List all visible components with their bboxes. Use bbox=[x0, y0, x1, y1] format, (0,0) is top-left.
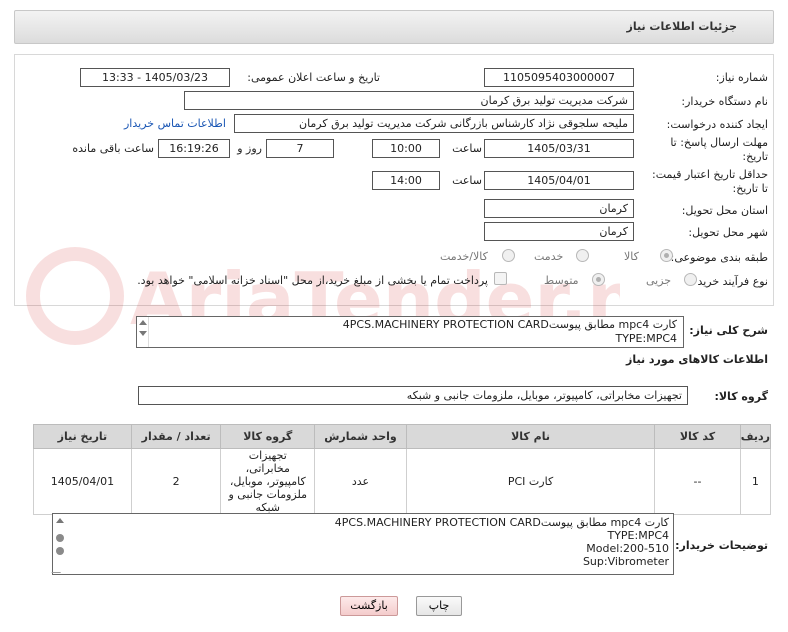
treasury-payment-note: پرداخت تمام یا بخشی از مبلغ خرید،از محل … bbox=[137, 274, 488, 287]
col-unit: واحد شمارش bbox=[314, 424, 407, 449]
province-label: استان محل تحویل: bbox=[681, 204, 768, 217]
goods-table: ردیف کد کالا نام کالا واحد شمارش گروه کا… bbox=[33, 424, 772, 515]
cell-code: -- bbox=[654, 448, 741, 515]
resize-grip-icon[interactable] bbox=[51, 564, 68, 573]
scroll-up-icon[interactable] bbox=[56, 518, 64, 523]
reply-date-field: 1405/03/31 bbox=[484, 139, 634, 158]
buyer-notes-line-3: Model:200-510 bbox=[586, 542, 669, 555]
col-group: گروه کالا bbox=[220, 424, 316, 449]
city-field: کرمان bbox=[484, 222, 634, 241]
buyer-org-field: شرکت مدیریت تولید برق کرمان bbox=[184, 91, 634, 110]
remaining-label: ساعت باقی مانده bbox=[72, 142, 154, 155]
cell-qty: 2 bbox=[130, 448, 222, 515]
category-radio-goods[interactable] bbox=[660, 249, 673, 262]
page-header: جزئیات اطلاعات نیاز bbox=[14, 10, 774, 44]
buyer-notes-line-4: Sup:Vibrometer bbox=[582, 555, 669, 568]
process-medium-label: متوسط bbox=[544, 274, 579, 287]
province-field: کرمان bbox=[484, 199, 634, 218]
col-name: نام کالا bbox=[405, 424, 656, 449]
buyer-notes-label: توضیحات خریدار: bbox=[675, 539, 768, 552]
back-button[interactable]: بازگشت bbox=[340, 596, 398, 616]
col-qty: تعداد / مقدار bbox=[130, 424, 222, 449]
cell-unit: عدد bbox=[314, 448, 407, 515]
general-desc-line-2: TYPE:MPC4 bbox=[615, 332, 677, 345]
validity-label: حداقل تاریخ اعتبار قیمت: bbox=[652, 168, 768, 181]
creator-label: ایجاد کننده درخواست: bbox=[666, 118, 768, 131]
general-desc-line-1: کارت mpc4 مطابق پیوست4PCS.MACHINERY PROT… bbox=[342, 318, 677, 331]
buyer-notes-textarea[interactable]: کارت mpc4 مطابق پیوست4PCS.MACHINERY PROT… bbox=[52, 513, 674, 575]
treasury-payment-checkbox[interactable] bbox=[494, 272, 507, 285]
goods-info-title: اطلاعات کالاهای مورد نیاز bbox=[626, 353, 768, 366]
announce-field: 1405/03/23 - 13:33 bbox=[80, 68, 230, 87]
process-type-label: نوع فرآیند خرید : bbox=[690, 275, 768, 288]
category-service-label: خدمت bbox=[534, 250, 564, 263]
process-radio-minor[interactable] bbox=[684, 273, 697, 286]
days-label: روز و bbox=[237, 142, 262, 155]
cell-date: 1405/04/01 bbox=[33, 448, 132, 515]
col-date: تاریخ نیاز bbox=[33, 424, 132, 449]
cell-index: 1 bbox=[739, 448, 772, 515]
remaining-time-field: 16:19:26 bbox=[158, 139, 230, 158]
general-desc-scrollbar[interactable] bbox=[137, 317, 149, 347]
reply-time-label: ساعت bbox=[452, 142, 482, 155]
col-code: کد کالا bbox=[654, 424, 741, 449]
validity-time-label: ساعت bbox=[452, 174, 482, 187]
goods-group-field: تجهیزات مخابراتی، کامپیوتر، موبایل، ملزو… bbox=[138, 386, 688, 405]
creator-field: ملیحه سلجوقی نژاد کارشناس بازرگانی شرکت … bbox=[234, 114, 634, 133]
table-row: 1 -- کارت PCI عدد تجهیزات مخابراتی، کامپ… bbox=[33, 448, 772, 515]
scroll-up-icon[interactable] bbox=[139, 320, 147, 325]
days-field: 7 bbox=[266, 139, 334, 158]
print-button[interactable]: چاپ bbox=[416, 596, 462, 616]
buyer-notes-scrollbar[interactable] bbox=[51, 514, 68, 574]
general-desc-label: شرح کلی نیاز: bbox=[689, 324, 768, 337]
category-goods-label: کالا bbox=[624, 250, 639, 263]
validity-label-2: تا تاریخ: bbox=[732, 182, 768, 195]
need-number-label: شماره نیاز: bbox=[715, 71, 768, 84]
process-radio-medium[interactable] bbox=[592, 273, 605, 286]
page-title: جزئیات اطلاعات نیاز bbox=[626, 20, 738, 33]
reply-deadline-label-2: تاریخ: bbox=[742, 150, 768, 163]
col-index: ردیف bbox=[739, 424, 772, 449]
category-radio-goods-service[interactable] bbox=[502, 249, 515, 262]
goods-table-header: ردیف کد کالا نام کالا واحد شمارش گروه کا… bbox=[33, 424, 772, 449]
scroll-down-icon[interactable] bbox=[139, 331, 147, 336]
announce-label: تاریخ و ساعت اعلان عمومی: bbox=[247, 71, 380, 84]
category-goods-service-label: کالا/خدمت bbox=[440, 250, 488, 263]
goods-group-label: گروه کالا: bbox=[714, 390, 768, 403]
buyer-org-label: نام دستگاه خریدار: bbox=[681, 95, 768, 108]
buyer-notes-line-2: TYPE:MPC4 bbox=[607, 529, 669, 542]
reply-deadline-label: مهلت ارسال پاسخ: تا bbox=[670, 136, 768, 149]
need-number-field: 1105095403000007 bbox=[484, 68, 634, 87]
reply-time-field: 10:00 bbox=[372, 139, 440, 158]
cell-group: تجهیزات مخابراتی، کامپیوتر، موبایل، ملزو… bbox=[220, 448, 316, 515]
general-desc-textarea[interactable]: کارت mpc4 مطابق پیوست4PCS.MACHINERY PROT… bbox=[136, 316, 684, 348]
contact-buyer-link[interactable]: اطلاعات تماس خریدار bbox=[124, 117, 226, 130]
cell-name: کارت PCI bbox=[405, 448, 656, 515]
scroll-thumb-icon[interactable] bbox=[56, 547, 64, 555]
process-minor-label: جزیی bbox=[646, 274, 672, 287]
validity-time-field: 14:00 bbox=[372, 171, 440, 190]
category-radio-service[interactable] bbox=[576, 249, 589, 262]
scroll-thumb-icon[interactable] bbox=[56, 534, 64, 542]
city-label: شهر محل تحویل: bbox=[688, 226, 768, 239]
validity-date-field: 1405/04/01 bbox=[484, 171, 634, 190]
buyer-notes-line-1: کارت mpc4 مطابق پیوست4PCS.MACHINERY PROT… bbox=[334, 516, 669, 529]
category-label: طبقه بندی موضوعی: bbox=[670, 251, 768, 264]
